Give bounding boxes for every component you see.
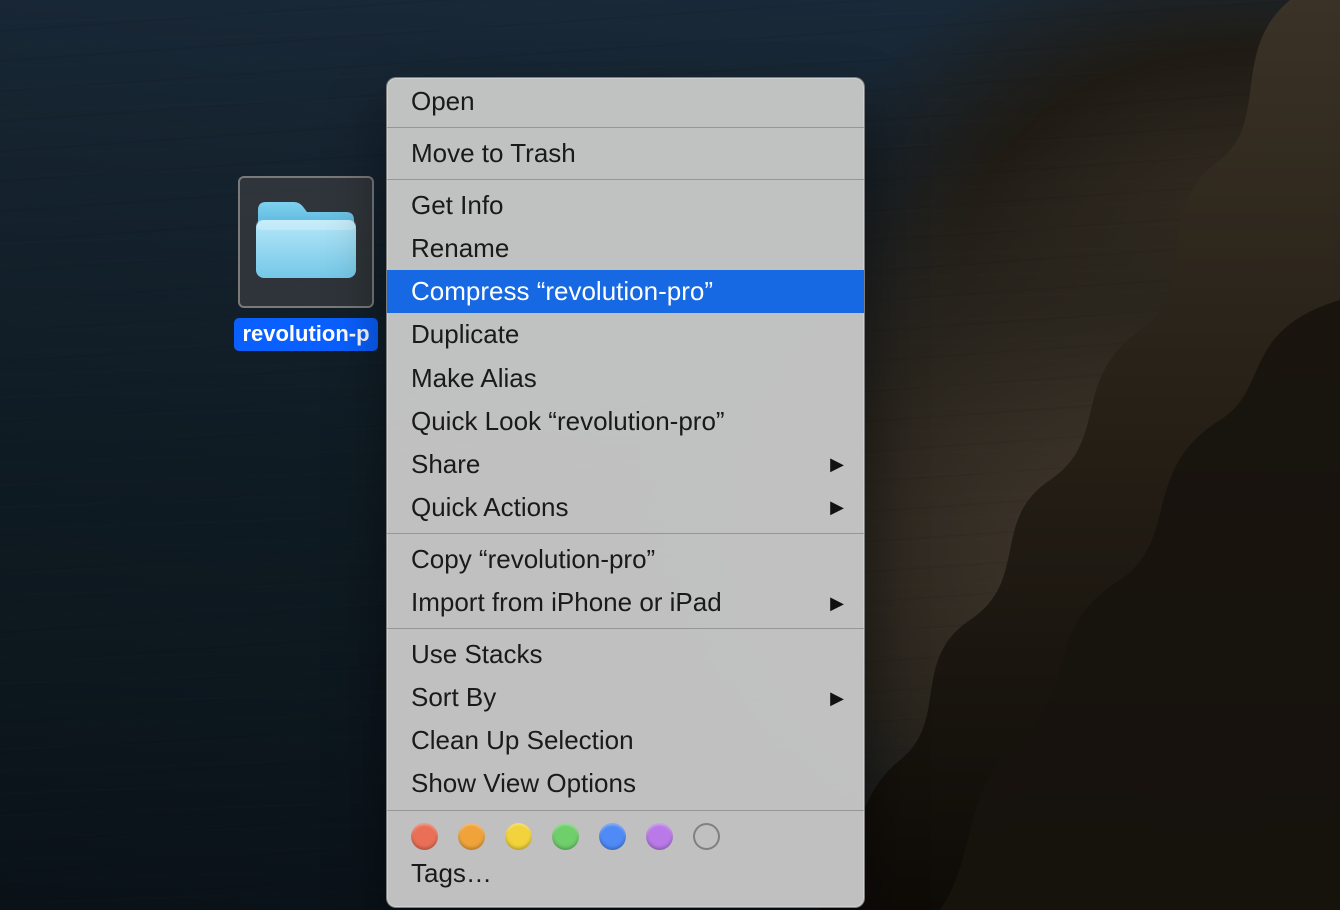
folder-label[interactable]: revolution-p [234, 318, 377, 351]
desktop-background[interactable]: revolution-p Open Move to Trash Get Info Re… [0, 0, 1340, 910]
context-menu: Open Move to Trash Get Info Rename Compress … [386, 77, 865, 908]
menu-item-view-options[interactable]: Show View Options [387, 762, 864, 805]
tag-color-row [387, 813, 864, 852]
menu-item-label: Get Info [411, 190, 504, 220]
menu-item-label: Share [411, 449, 480, 479]
tag-color-dot[interactable] [458, 823, 485, 850]
menu-item-quick-look[interactable]: Quick Look “revolution-pro” [387, 400, 864, 443]
menu-item-label: Use Stacks [411, 639, 543, 669]
tag-color-dot[interactable] [411, 823, 438, 850]
menu-group: Copy “revolution-pro” Import from iPhone … [387, 536, 864, 626]
menu-item-clean-up[interactable]: Clean Up Selection [387, 719, 864, 762]
menu-separator [387, 179, 864, 180]
menu-item-copy[interactable]: Copy “revolution-pro” [387, 538, 864, 581]
menu-item-label: Compress “revolution-pro” [411, 276, 713, 306]
menu-item-label: Copy “revolution-pro” [411, 544, 655, 574]
menu-item-make-alias[interactable]: Make Alias [387, 357, 864, 400]
menu-item-label: Sort By [411, 682, 496, 712]
menu-separator [387, 533, 864, 534]
menu-item-label: Open [411, 86, 475, 116]
menu-separator [387, 628, 864, 629]
menu-item-label: Quick Actions [411, 492, 569, 522]
menu-item-share[interactable]: Share ▶ [387, 443, 864, 486]
menu-item-import[interactable]: Import from iPhone or iPad ▶ [387, 581, 864, 624]
menu-item-label: Import from iPhone or iPad [411, 587, 722, 617]
menu-item-label: Duplicate [411, 319, 519, 349]
menu-group: Open [387, 78, 864, 125]
tag-color-dot[interactable] [599, 823, 626, 850]
menu-item-move-to-trash[interactable]: Move to Trash [387, 132, 864, 175]
menu-item-compress[interactable]: Compress “revolution-pro” [387, 270, 864, 313]
submenu-arrow-icon: ▶ [830, 590, 844, 614]
menu-item-get-info[interactable]: Get Info [387, 184, 864, 227]
menu-item-label: Rename [411, 233, 509, 263]
submenu-arrow-icon: ▶ [830, 495, 844, 519]
tag-color-dot[interactable] [552, 823, 579, 850]
tag-none-dot[interactable] [693, 823, 720, 850]
folder-icon [252, 196, 360, 289]
menu-item-rename[interactable]: Rename [387, 227, 864, 270]
menu-separator [387, 810, 864, 811]
submenu-arrow-icon: ▶ [830, 452, 844, 476]
menu-item-use-stacks[interactable]: Use Stacks [387, 633, 864, 676]
menu-item-label: Quick Look “revolution-pro” [411, 406, 725, 436]
menu-item-label: Move to Trash [411, 138, 576, 168]
menu-item-open[interactable]: Open [387, 80, 864, 123]
submenu-arrow-icon: ▶ [830, 686, 844, 710]
menu-item-label: Clean Up Selection [411, 725, 634, 755]
menu-group: Move to Trash [387, 130, 864, 177]
menu-item-sort-by[interactable]: Sort By ▶ [387, 676, 864, 719]
menu-item-label: Show View Options [411, 768, 636, 798]
menu-item-label: Make Alias [411, 363, 537, 393]
tag-color-dot[interactable] [505, 823, 532, 850]
wallpaper-rocks [820, 0, 1340, 910]
menu-item-label: Tags… [411, 858, 492, 888]
menu-item-duplicate[interactable]: Duplicate [387, 313, 864, 356]
menu-group: Get Info Rename Compress “revolution-pro” D… [387, 182, 864, 531]
menu-group: Use Stacks Sort By ▶ Clean Up Selection Show… [387, 631, 864, 807]
tag-color-dot[interactable] [646, 823, 673, 850]
desktop-folder-item[interactable]: revolution-p [234, 176, 378, 356]
menu-separator [387, 127, 864, 128]
folder-selection-highlight [238, 176, 374, 308]
menu-item-tags[interactable]: Tags… [387, 852, 864, 895]
menu-item-quick-actions[interactable]: Quick Actions ▶ [387, 486, 864, 529]
